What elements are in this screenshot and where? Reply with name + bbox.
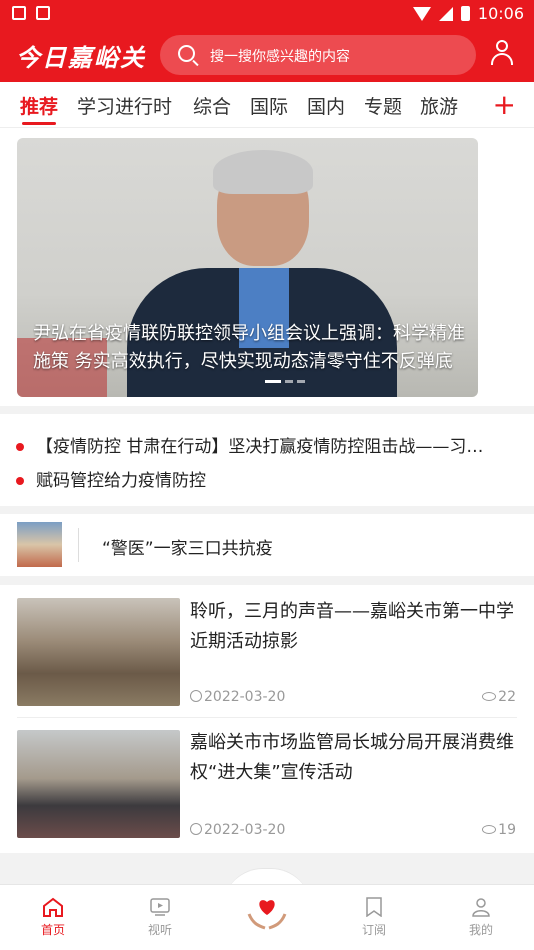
center-action-button[interactable] xyxy=(243,886,291,934)
nav-video[interactable]: 视听 xyxy=(130,897,190,938)
app-header: 今日嘉峪关 搜一搜你感兴趣的内容 xyxy=(0,28,534,82)
divider xyxy=(78,528,79,562)
news-list: 聆听，三月的声音——嘉峪关市第一中学近期活动掠影 2022-03-20 22 嘉… xyxy=(0,585,534,853)
app-logo: 今日嘉峪关 xyxy=(16,43,146,72)
news-date: 2022-03-20 xyxy=(190,822,285,838)
search-icon xyxy=(178,45,195,62)
headline-list: 【疫情防控 甘肃在行动】坚决打赢疫情防控阻击战——习… 赋码管控给力疫情防控 xyxy=(0,414,534,506)
list-item[interactable]: “警医”一家三口共抗疫 xyxy=(0,514,534,576)
headline-item[interactable]: 赋码管控给力疫情防控 xyxy=(16,466,206,491)
nav-home[interactable]: 首页 xyxy=(23,897,83,938)
hands-icon xyxy=(247,913,287,930)
tab-general[interactable]: 综合 xyxy=(193,92,231,119)
add-channel-icon[interactable]: + xyxy=(493,88,516,121)
bullet-icon xyxy=(16,477,24,485)
news-title: 嘉峪关市市场监管局长城分局开展消费维权“进大集”宣传活动 xyxy=(190,732,514,783)
search-placeholder: 搜一搜你感兴趣的内容 xyxy=(210,49,350,65)
news-title: 聆听，三月的声音——嘉峪关市第一中学近期活动掠影 xyxy=(190,601,514,652)
status-bar: 10:06 xyxy=(0,0,534,28)
banner-carousel[interactable]: 尹弘在省疫情联防联控领导小组会议上强调：科学精准 施策 务实高效执行，尽快实现动… xyxy=(17,138,478,397)
clock-icon xyxy=(190,823,202,835)
banner-caption: 尹弘在省疫情联防联控领导小组会议上强调：科学精准 施策 务实高效执行，尽快实现动… xyxy=(33,323,465,372)
news-views: 22 xyxy=(482,689,516,705)
status-time: 10:06 xyxy=(477,4,524,23)
video-icon xyxy=(150,898,170,916)
news-views: 19 xyxy=(482,822,516,838)
banner-card: 尹弘在省疫情联防联控领导小组会议上强调：科学精准 施策 务实高效执行，尽快实现动… xyxy=(0,128,534,406)
tab-international[interactable]: 国际 xyxy=(250,92,288,119)
bullet-icon xyxy=(16,443,24,451)
search-bar[interactable]: 搜一搜你感兴趣的内容 xyxy=(160,35,476,75)
tab-study[interactable]: 学习进行时 xyxy=(77,92,172,119)
thumbnail xyxy=(17,522,62,567)
news-item[interactable]: 聆听，三月的声音——嘉峪关市第一中学近期活动掠影 2022-03-20 22 xyxy=(0,585,534,718)
views-icon xyxy=(482,825,497,834)
bookmark-icon xyxy=(366,897,382,917)
tab-special[interactable]: 专题 xyxy=(364,92,402,119)
clock-icon xyxy=(190,690,202,702)
views-icon xyxy=(482,692,497,701)
battery-icon xyxy=(460,6,470,21)
user-profile-icon[interactable] xyxy=(490,40,514,66)
app-notification-icon xyxy=(36,6,50,20)
news-item[interactable]: 嘉峪关市市场监管局长城分局开展消费维权“进大集”宣传活动 2022-03-20 … xyxy=(0,718,534,848)
news-thumbnail xyxy=(17,730,180,838)
image-notification-icon xyxy=(12,6,26,20)
tab-recommend[interactable]: 推荐 xyxy=(20,92,58,119)
item-title: “警医”一家三口共抗疫 xyxy=(102,539,273,559)
carousel-indicator xyxy=(265,380,305,383)
tab-travel[interactable]: 旅游 xyxy=(420,92,458,119)
headline-item[interactable]: 【疫情防控 甘肃在行动】坚决打赢疫情防控阻击战——习… xyxy=(16,432,483,457)
signal-icon xyxy=(438,6,453,21)
news-thumbnail xyxy=(17,598,180,706)
category-tabs: 推荐 学习进行时 综合 国际 国内 专题 旅游 + xyxy=(0,82,534,128)
home-icon xyxy=(43,897,63,917)
nav-mine[interactable]: 我的 xyxy=(451,897,511,938)
active-tab-indicator xyxy=(22,122,56,125)
tab-domestic[interactable]: 国内 xyxy=(307,92,345,119)
wifi-icon xyxy=(412,6,431,21)
profile-icon xyxy=(472,898,490,917)
nav-subscribe[interactable]: 订阅 xyxy=(344,897,404,938)
news-date: 2022-03-20 xyxy=(190,689,285,705)
